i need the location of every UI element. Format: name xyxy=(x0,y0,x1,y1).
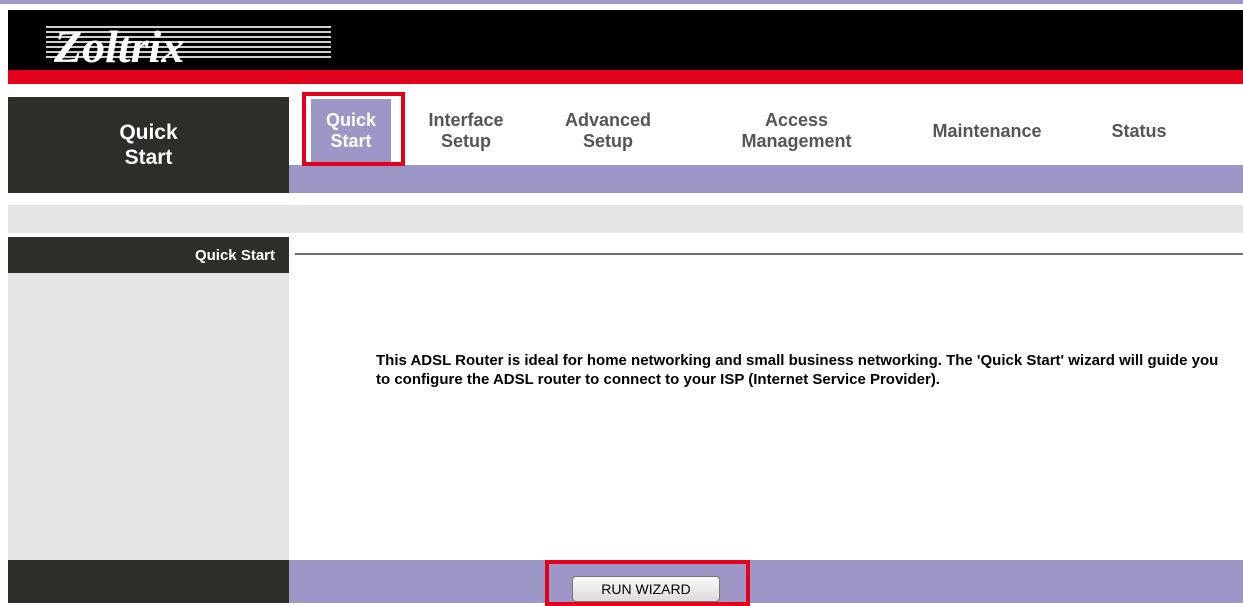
top-accent-line xyxy=(0,0,1243,4)
highlight-box-tab xyxy=(302,92,405,166)
logo-text: Zoltrix xyxy=(53,21,184,70)
tab-maintenance[interactable]: Maintenance xyxy=(907,97,1067,165)
tab-interface-setup[interactable]: Interface Setup xyxy=(411,97,521,165)
description-text: This ADSL Router is ideal for home netwo… xyxy=(376,352,1219,388)
main-nav: Quick Start Interface Setup Advanced Set… xyxy=(289,97,1243,165)
tab-access-management[interactable]: Access Management xyxy=(714,97,879,165)
gray-band xyxy=(8,205,1243,233)
tab-advanced-setup[interactable]: Advanced Setup xyxy=(545,97,671,165)
footer-left xyxy=(8,560,289,603)
header-red-bar xyxy=(8,70,1243,84)
section-title: Quick Start xyxy=(8,237,289,273)
left-panel xyxy=(8,273,289,560)
subnav-strip xyxy=(289,165,1243,193)
page-title-line1: Quick xyxy=(119,121,178,144)
tab-status[interactable]: Status xyxy=(1094,97,1184,165)
footer-bar xyxy=(289,560,1243,603)
highlight-box-button xyxy=(545,560,750,606)
page-title-line2: Start xyxy=(124,146,173,169)
zoltrix-logo: Zoltrix xyxy=(46,21,331,70)
section-divider xyxy=(295,253,1243,255)
page-title: Quick Start xyxy=(8,97,289,193)
